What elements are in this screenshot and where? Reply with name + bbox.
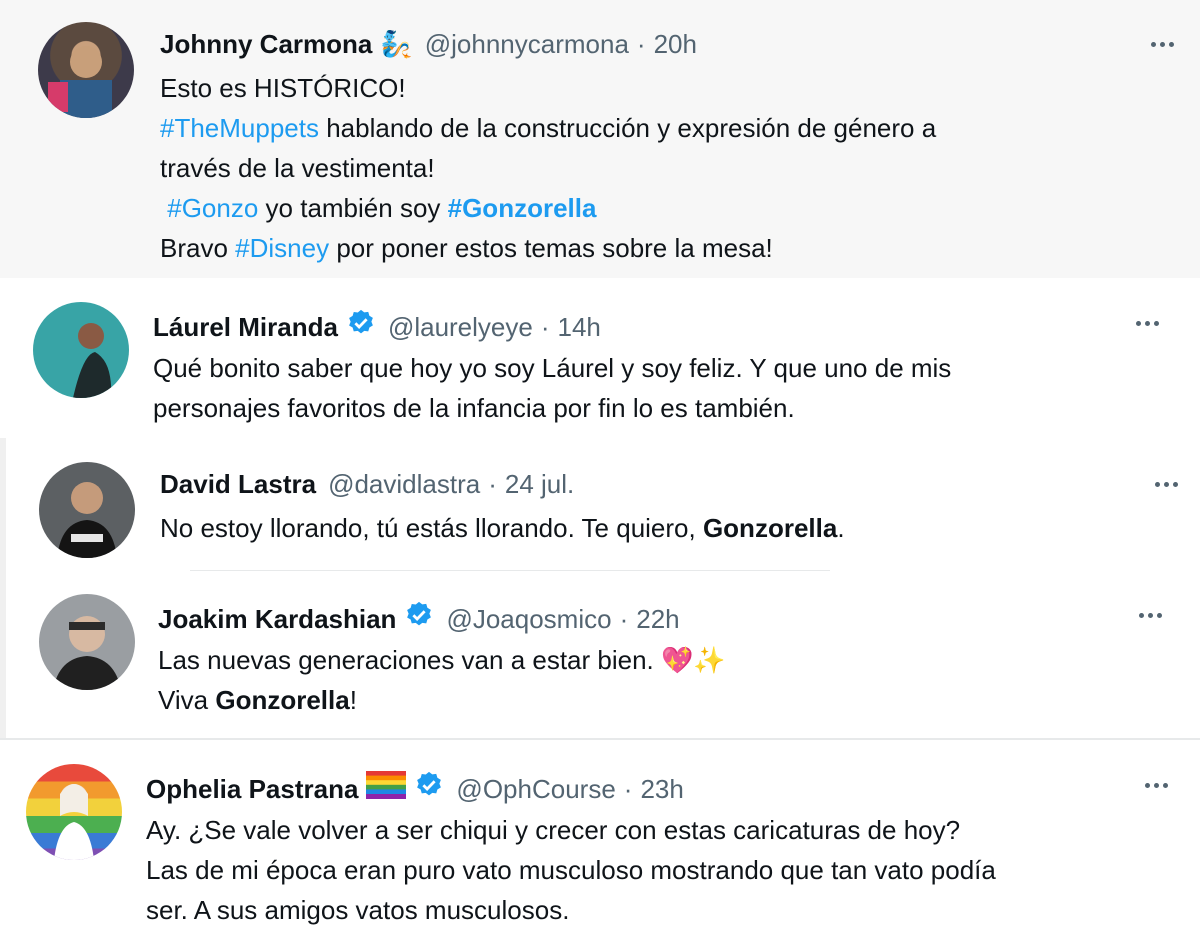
avatar[interactable] <box>38 22 134 118</box>
text-line: #TheMuppets hablando de la construcción … <box>160 108 936 148</box>
avatar-image-icon <box>73 323 112 398</box>
rainbow-flag-icon <box>366 771 407 806</box>
text-span: . <box>837 513 845 543</box>
text-line: #Gonzo yo también soy #Gonzorella <box>160 188 936 228</box>
author-name[interactable]: Ophelia Pastrana <box>146 773 358 805</box>
tweet-johnny-carmona[interactable]: Johnny Carmona 🧞 @johnnycarmona · 20h Es… <box>0 0 1200 278</box>
tweet-header: Ophelia Pastrana @OphCourse · 23h <box>146 770 684 807</box>
tweet-header: Johnny Carmona 🧞 @johnnycarmona · 20h <box>160 28 697 60</box>
verified-badge-icon <box>346 308 376 345</box>
highlighted-word: Gonzorella <box>702 513 838 543</box>
more-options-icon[interactable] <box>1151 42 1174 47</box>
text-line: Bravo #Disney por poner estos temas sobr… <box>160 228 936 268</box>
tweet-text: No estoy llorando, tú estás llorando. Te… <box>160 508 845 548</box>
avatar-image-icon <box>57 482 117 558</box>
text-line: Viva Gonzorella! <box>158 680 726 720</box>
avatar-image-icon <box>53 616 121 690</box>
tweet-text: Qué bonito saber que hoy yo soy Láurel y… <box>153 348 951 428</box>
timestamp[interactable]: 14h <box>558 311 601 343</box>
author-handle[interactable]: @johnnycarmona <box>425 28 629 60</box>
separator-dot: · <box>488 469 497 499</box>
text-line: Esto es HISTÓRICO! <box>160 73 406 103</box>
hashtag-link[interactable]: #Gonzo <box>167 193 258 223</box>
author-name[interactable]: Joakim Kardashian <box>158 603 396 635</box>
divider <box>0 738 1200 740</box>
tweet-text: Las nuevas generaciones van a estar bien… <box>158 640 726 720</box>
tweet-text: Ay. ¿Se vale volver a ser chiqui y crece… <box>146 810 996 930</box>
avatar[interactable] <box>26 764 122 860</box>
tweet-joakim-kardashian[interactable]: Joakim Kardashian @Joaqosmico · 22h Las … <box>0 572 1200 736</box>
more-options-icon[interactable] <box>1145 783 1168 788</box>
author-handle[interactable]: @laurelyeye <box>388 311 533 343</box>
more-options-icon[interactable] <box>1139 613 1162 618</box>
timestamp[interactable]: 22h <box>636 603 679 635</box>
avatar-image-icon <box>48 46 112 118</box>
genie-emoji-icon: 🧞 <box>380 29 413 59</box>
text-line: través de la vestimenta! <box>160 153 435 183</box>
author-handle[interactable]: @OphCourse <box>456 773 615 805</box>
timestamp[interactable]: 24 jul. <box>505 468 574 500</box>
hashtag-link[interactable]: #TheMuppets <box>160 113 319 143</box>
tweet-ophelia-pastrana[interactable]: Ophelia Pastrana @OphCourse · 23h Ay. ¿S… <box>0 742 1200 949</box>
text-span: ! <box>349 685 357 715</box>
author-handle[interactable]: @Joaqosmico <box>446 603 611 635</box>
separator-dot: · <box>619 603 629 634</box>
highlighted-word: Gonzorella <box>215 685 350 715</box>
text-span: por poner estos temas sobre la mesa! <box>329 233 773 263</box>
text-span: Viva <box>158 685 216 715</box>
text-line: Qué bonito saber que hoy yo soy Láurel y… <box>153 353 952 383</box>
text-span: Las nuevas generaciones van a estar bien… <box>158 645 662 675</box>
divider <box>190 570 830 571</box>
text-line: ser. A sus amigos vatos musculosos. <box>146 895 570 925</box>
verified-badge-icon <box>404 600 434 637</box>
verified-badge-icon <box>414 770 444 807</box>
separator-dot: · <box>636 29 646 59</box>
text-span: No estoy llorando, tú estás llorando. Te… <box>160 513 703 543</box>
timestamp[interactable]: 20h <box>654 28 697 60</box>
author-name[interactable]: Láurel Miranda <box>153 311 338 343</box>
heart-sparkles-emoji-icon: 💖✨ <box>661 645 726 675</box>
text-line: Ay. ¿Se vale volver a ser chiqui y crece… <box>146 815 961 845</box>
tweet-header: Joakim Kardashian @Joaqosmico · 22h <box>158 600 680 637</box>
text-line: personajes favoritos de la infancia por … <box>153 393 795 423</box>
avatar[interactable] <box>33 302 129 398</box>
hashtag-link[interactable]: #Gonzorella <box>448 193 597 223</box>
separator-dot: · <box>623 773 633 804</box>
timestamp[interactable]: 23h <box>640 773 683 805</box>
more-options-icon[interactable] <box>1136 321 1159 326</box>
author-name[interactable]: Johnny Carmona <box>160 28 372 60</box>
hashtag-link[interactable]: #Disney <box>235 233 329 263</box>
more-options-icon[interactable] <box>1155 482 1178 487</box>
text-line: No estoy llorando, tú estás llorando. Te… <box>160 508 845 548</box>
text-line: Las de mi época eran puro vato musculoso… <box>146 855 996 885</box>
avatar-image-icon <box>54 784 94 860</box>
tweet-header: David Lastra @davidlastra · 24 jul. <box>160 468 574 500</box>
tweet-laurel-miranda[interactable]: Láurel Miranda @laurelyeye · 14h Qué bon… <box>0 280 1200 436</box>
text-span: hablando de la construcción y expresión … <box>318 113 937 143</box>
text-line: Las nuevas generaciones van a estar bien… <box>158 640 726 680</box>
author-handle[interactable]: @davidlastra <box>328 468 480 500</box>
avatar[interactable] <box>39 594 135 690</box>
text-span: Bravo <box>160 233 236 263</box>
author-name[interactable]: David Lastra <box>160 468 316 500</box>
avatar[interactable] <box>39 462 135 558</box>
separator-dot: · <box>540 311 550 342</box>
text-span: yo también soy <box>258 193 448 223</box>
tweet-header: Láurel Miranda @laurelyeye · 14h <box>153 308 601 345</box>
tweet-david-lastra[interactable]: David Lastra @davidlastra · 24 jul. No e… <box>0 440 1200 570</box>
tweet-text: Esto es HISTÓRICO! #TheMuppets hablando … <box>160 68 936 268</box>
